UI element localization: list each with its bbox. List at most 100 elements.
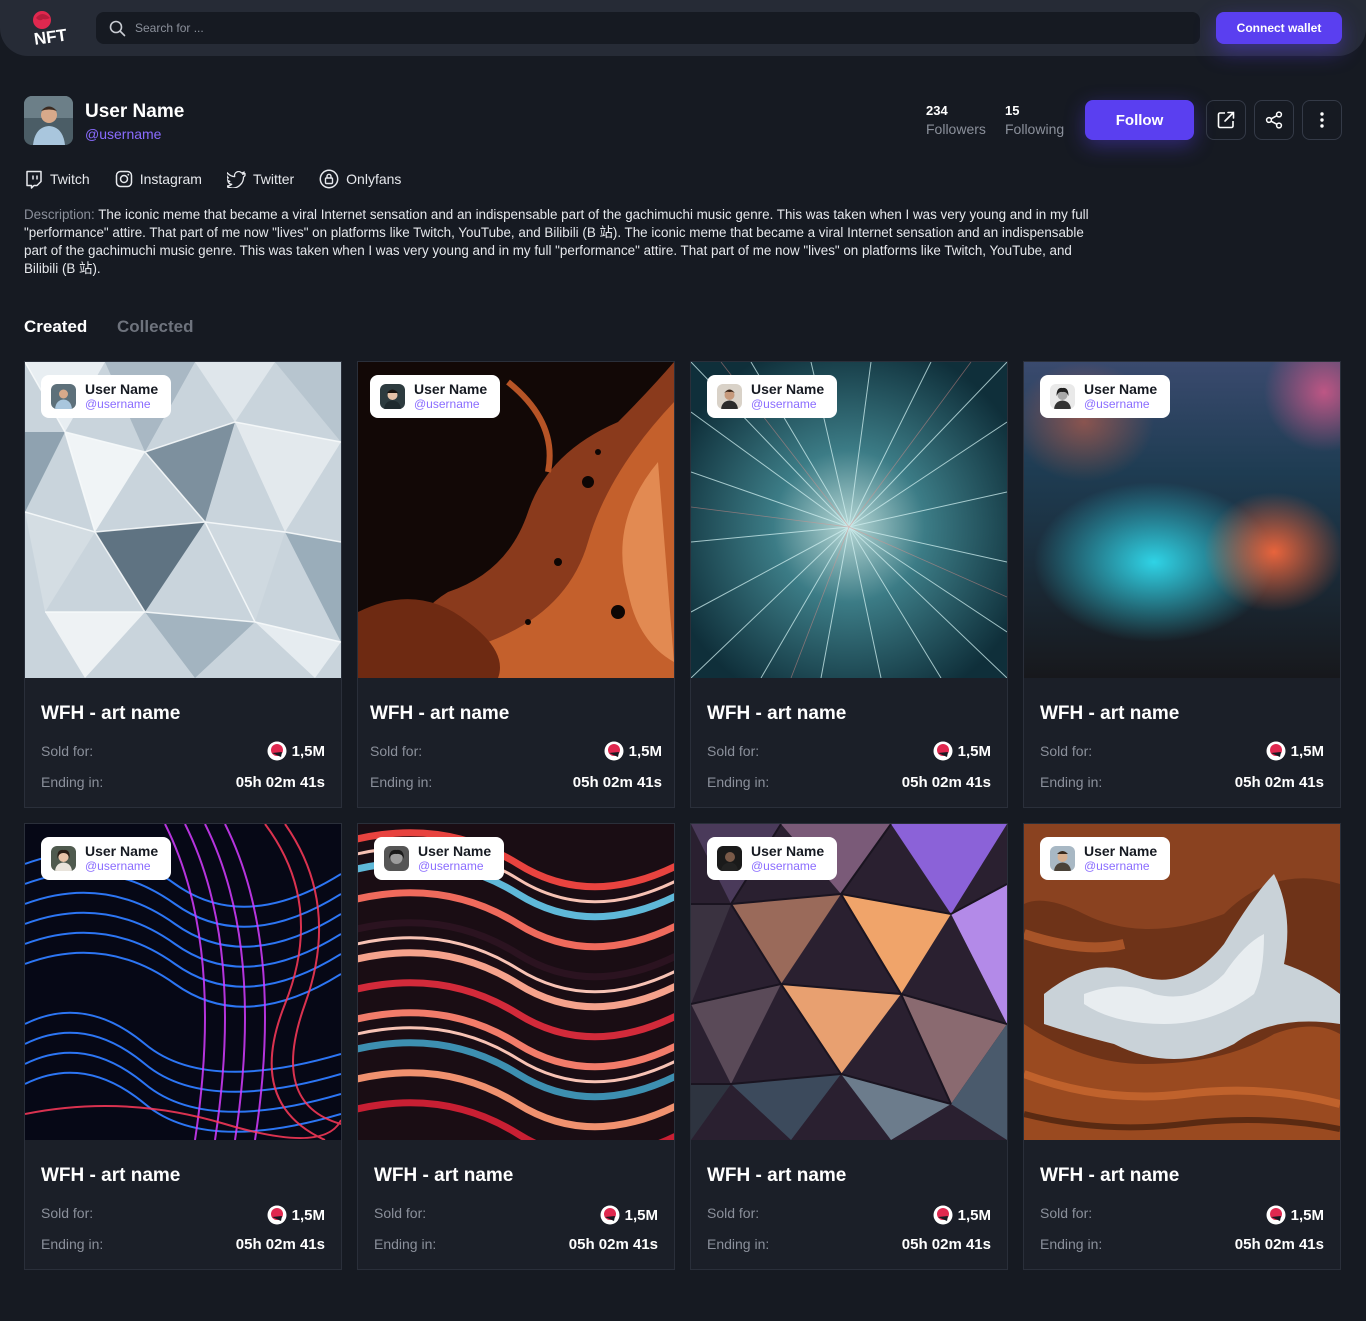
sold-for-label: Sold for: <box>707 1205 760 1221</box>
price: 1,5M <box>1266 1205 1324 1225</box>
nft-card[interactable]: User Name @username WFH - art name Sold … <box>690 823 1008 1270</box>
nft-artwork[interactable]: User Name @username <box>1024 824 1340 1140</box>
ending-in-label: Ending in: <box>41 1236 104 1252</box>
sold-for-label: Sold for: <box>41 1205 94 1221</box>
price-value: 1,5M <box>624 1206 658 1224</box>
creator-chip[interactable]: User Name @username <box>1040 837 1171 880</box>
price-value: 1,5M <box>957 1206 991 1224</box>
social-link-twitch[interactable]: Twitch <box>24 170 90 189</box>
follow-button[interactable]: Follow <box>1085 100 1194 140</box>
nft-artwork[interactable]: User Name @username <box>25 824 341 1140</box>
followers-stat[interactable]: 234 Followers <box>926 103 986 137</box>
profile-name: User Name <box>85 101 185 122</box>
followers-count: 234 <box>926 103 948 118</box>
art-title: WFH - art name <box>707 1165 847 1186</box>
creator-chip[interactable]: User Name @username <box>41 837 172 880</box>
nft-card[interactable]: User Name @username WFH - art name Sold … <box>690 361 1008 808</box>
creator-avatar <box>384 846 409 871</box>
creator-avatar <box>717 846 742 871</box>
nft-card[interactable]: User Name @username WFH - art name Sold … <box>24 361 342 808</box>
price: 1,5M <box>933 741 991 761</box>
art-title: WFH - art name <box>1040 703 1180 724</box>
twitch-icon <box>26 170 42 189</box>
search-input[interactable] <box>135 21 1135 35</box>
tab-created[interactable]: Created <box>24 317 87 337</box>
price: 1,5M <box>267 741 325 761</box>
countdown-timer: 05h 02m 41s <box>235 774 325 791</box>
connect-wallet-button[interactable]: Connect wallet <box>1216 12 1342 44</box>
social-links: Twitch Instagram Twitter Onlyfans <box>24 169 426 189</box>
creator-chip[interactable]: User Name @username <box>1040 375 1171 418</box>
following-stat[interactable]: 15 Following <box>1005 103 1064 137</box>
art-title: WFH - art name <box>41 703 181 724</box>
creator-handle: @username <box>414 397 480 411</box>
nft-card[interactable]: User Name @username WFH - art name Sold … <box>357 823 675 1270</box>
external-link-icon <box>1217 111 1235 129</box>
token-icon <box>267 741 287 761</box>
social-link-twitter[interactable]: Twitter <box>226 170 294 188</box>
creator-avatar <box>51 846 76 871</box>
share-button[interactable] <box>1254 100 1294 140</box>
countdown-timer: 05h 02m 41s <box>572 774 662 791</box>
ending-in-label: Ending in: <box>707 1236 770 1252</box>
creator-name: User Name <box>751 843 825 859</box>
ending-in-label: Ending in: <box>707 774 770 790</box>
creator-handle: @username <box>1084 397 1150 411</box>
nft-card[interactable]: User Name @username WFH - art name Sold … <box>357 361 675 808</box>
token-icon <box>1266 1205 1286 1225</box>
creator-name: User Name <box>1084 843 1158 859</box>
nft-card[interactable]: User Name @username WFH - art name Sold … <box>24 823 342 1270</box>
lock-icon <box>319 169 339 189</box>
creator-chip[interactable]: User Name @username <box>707 837 838 880</box>
nft-grid: User Name @username WFH - art name Sold … <box>24 361 1342 1271</box>
creator-name: User Name <box>414 381 488 397</box>
token-icon <box>267 1205 287 1225</box>
nft-artwork[interactable]: User Name @username <box>25 362 341 678</box>
nft-artwork[interactable]: User Name @username <box>358 824 674 1140</box>
creator-handle: @username <box>751 397 817 411</box>
creator-chip[interactable]: User Name @username <box>41 375 172 418</box>
description-text: The iconic meme that became a viral Inte… <box>24 207 1089 276</box>
nft-artwork[interactable]: User Name @username <box>691 362 1007 678</box>
creator-name: User Name <box>418 843 492 859</box>
art-title: WFH - art name <box>707 703 847 724</box>
nft-logo[interactable]: NFT <box>28 8 72 49</box>
external-link-button[interactable] <box>1206 100 1246 140</box>
creator-name: User Name <box>85 381 159 397</box>
price-value: 1,5M <box>628 742 662 760</box>
nft-artwork[interactable]: User Name @username <box>358 362 674 678</box>
creator-chip[interactable]: User Name @username <box>370 375 501 418</box>
creator-name: User Name <box>1084 381 1158 397</box>
creator-chip[interactable]: User Name @username <box>374 837 505 880</box>
search-bar[interactable] <box>96 12 1200 44</box>
profile-handle[interactable]: @username <box>85 126 161 142</box>
logo-text: NFT <box>33 25 69 48</box>
countdown-timer: 05h 02m 41s <box>235 1236 325 1253</box>
social-link-onlyfans[interactable]: Onlyfans <box>319 169 401 189</box>
creator-handle: @username <box>85 859 151 873</box>
token-icon <box>933 1205 953 1225</box>
creator-avatar <box>717 384 742 409</box>
countdown-timer: 05h 02m 41s <box>1234 1236 1324 1253</box>
ending-in-label: Ending in: <box>370 774 433 790</box>
tab-collected[interactable]: Collected <box>117 317 194 337</box>
instagram-icon <box>115 170 132 188</box>
sold-for-label: Sold for: <box>707 743 760 759</box>
token-icon <box>1266 741 1286 761</box>
sold-for-label: Sold for: <box>1040 743 1093 759</box>
countdown-timer: 05h 02m 41s <box>568 1236 658 1253</box>
nft-card[interactable]: User Name @username WFH - art name Sold … <box>1023 361 1341 808</box>
nft-artwork[interactable]: User Name @username <box>691 824 1007 1140</box>
token-icon <box>604 741 624 761</box>
nft-card[interactable]: User Name @username WFH - art name Sold … <box>1023 823 1341 1270</box>
ending-in-label: Ending in: <box>1040 774 1103 790</box>
sold-for-label: Sold for: <box>374 1205 427 1221</box>
price: 1,5M <box>933 1205 991 1225</box>
social-link-instagram[interactable]: Instagram <box>115 170 202 188</box>
more-options-button[interactable] <box>1302 100 1342 140</box>
creator-chip[interactable]: User Name @username <box>707 375 838 418</box>
followers-label: Followers <box>926 121 986 137</box>
top-bar: NFT Connect wallet <box>0 0 1366 56</box>
nft-artwork[interactable]: User Name @username <box>1024 362 1340 678</box>
price-value: 1,5M <box>957 742 991 760</box>
